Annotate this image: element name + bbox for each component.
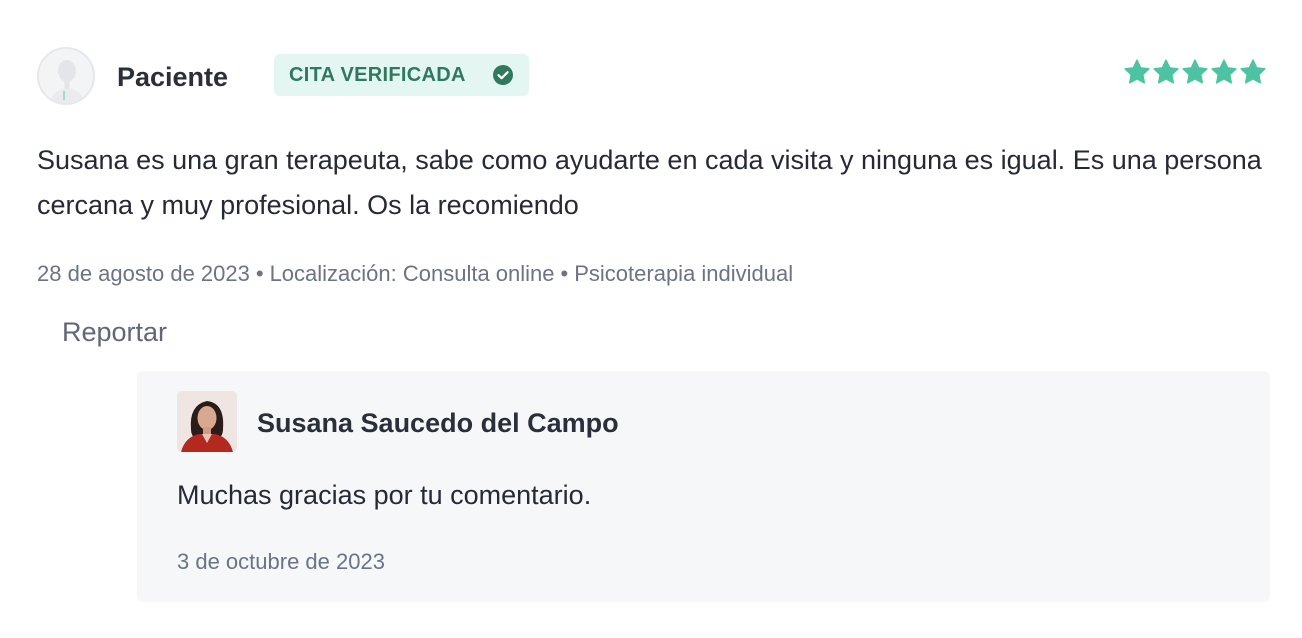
review-location: Localización: Consulta online (269, 261, 555, 286)
star-icon (1153, 59, 1179, 84)
meta-separator: • (560, 261, 569, 286)
review-date: 28 de agosto de 2023 (37, 261, 250, 286)
review-author: Paciente (117, 62, 229, 92)
doctor-avatar (177, 391, 237, 452)
rating-stars (1123, 58, 1267, 86)
check-circle-icon (493, 65, 513, 85)
meta-separator: • (255, 261, 264, 286)
review-meta: 28 de agosto de 2023 • Localización: Consu… (37, 259, 793, 289)
star-icon (1240, 59, 1266, 84)
star-icon (1182, 59, 1208, 84)
doctor-reply: Susana Saucedo del Campo Muchas gracias … (137, 371, 1270, 602)
review-card: Paciente CITA VERIFICADA Susana es una g… (0, 0, 1302, 638)
verified-badge-label: CITA VERIFICADA (289, 64, 466, 86)
reply-date: 3 de octubre de 2023 (177, 549, 385, 574)
star-icon (1124, 59, 1150, 84)
report-link[interactable]: Reportar (62, 314, 167, 350)
verified-appointment-badge: CITA VERIFICADA (274, 54, 529, 96)
review-comment: Susana es una gran terapeuta, sabe como … (37, 145, 1262, 220)
reply-author: Susana Saucedo del Campo (257, 408, 619, 438)
star-icon (1211, 59, 1237, 84)
patient-avatar-icon (37, 47, 95, 105)
reply-text: Muchas gracias por tu comentario. (177, 480, 592, 510)
review-service: Psicoterapia individual (574, 261, 794, 286)
